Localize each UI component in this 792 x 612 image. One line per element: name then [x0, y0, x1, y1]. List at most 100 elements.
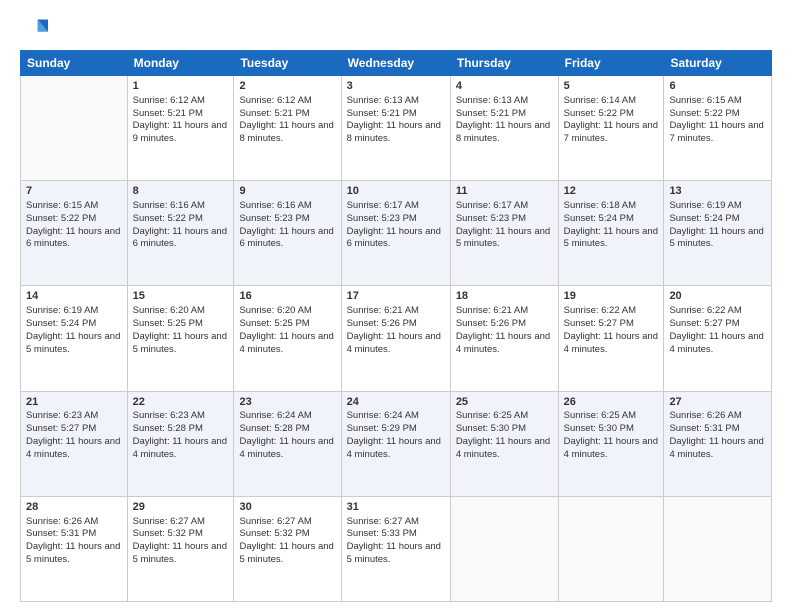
sunrise-text: Sunrise: 6:27 AM: [133, 516, 205, 527]
calendar-header-row: SundayMondayTuesdayWednesdayThursdayFrid…: [21, 51, 772, 76]
calendar-cell: 15Sunrise: 6:20 AMSunset: 5:25 PMDayligh…: [127, 286, 234, 391]
daylight-text: Daylight: 11 hours and 4 minutes.: [456, 331, 550, 355]
calendar-cell: 12Sunrise: 6:18 AMSunset: 5:24 PMDayligh…: [558, 181, 664, 286]
header: [20, 16, 772, 44]
daylight-text: Daylight: 11 hours and 4 minutes.: [239, 331, 333, 355]
day-header-tuesday: Tuesday: [234, 51, 341, 76]
day-number: 29: [133, 500, 229, 515]
sunrise-text: Sunrise: 6:26 AM: [26, 516, 98, 527]
calendar-cell: 18Sunrise: 6:21 AMSunset: 5:26 PMDayligh…: [450, 286, 558, 391]
daylight-text: Daylight: 11 hours and 4 minutes.: [564, 331, 658, 355]
calendar-cell: 22Sunrise: 6:23 AMSunset: 5:28 PMDayligh…: [127, 391, 234, 496]
sunset-text: Sunset: 5:28 PM: [239, 423, 309, 434]
daylight-text: Daylight: 11 hours and 4 minutes.: [564, 436, 658, 460]
daylight-text: Daylight: 11 hours and 8 minutes.: [239, 120, 333, 144]
sunrise-text: Sunrise: 6:26 AM: [669, 410, 741, 421]
day-header-sunday: Sunday: [21, 51, 128, 76]
sunset-text: Sunset: 5:26 PM: [347, 318, 417, 329]
daylight-text: Daylight: 11 hours and 6 minutes.: [347, 226, 441, 250]
daylight-text: Daylight: 11 hours and 7 minutes.: [669, 120, 763, 144]
daylight-text: Daylight: 11 hours and 8 minutes.: [347, 120, 441, 144]
day-number: 23: [239, 395, 335, 410]
sunset-text: Sunset: 5:23 PM: [239, 213, 309, 224]
calendar-cell: 23Sunrise: 6:24 AMSunset: 5:28 PMDayligh…: [234, 391, 341, 496]
calendar-cell: 7Sunrise: 6:15 AMSunset: 5:22 PMDaylight…: [21, 181, 128, 286]
day-number: 2: [239, 79, 335, 94]
day-number: 27: [669, 395, 766, 410]
sunrise-text: Sunrise: 6:12 AM: [133, 95, 205, 106]
day-header-thursday: Thursday: [450, 51, 558, 76]
day-number: 15: [133, 289, 229, 304]
calendar-cell: 6Sunrise: 6:15 AMSunset: 5:22 PMDaylight…: [664, 76, 772, 181]
day-number: 21: [26, 395, 122, 410]
daylight-text: Daylight: 11 hours and 9 minutes.: [133, 120, 227, 144]
calendar-cell: 26Sunrise: 6:25 AMSunset: 5:30 PMDayligh…: [558, 391, 664, 496]
day-number: 20: [669, 289, 766, 304]
sunrise-text: Sunrise: 6:25 AM: [456, 410, 528, 421]
sunset-text: Sunset: 5:31 PM: [26, 528, 96, 539]
day-header-saturday: Saturday: [664, 51, 772, 76]
daylight-text: Daylight: 11 hours and 4 minutes.: [26, 436, 120, 460]
sunrise-text: Sunrise: 6:17 AM: [456, 200, 528, 211]
day-number: 10: [347, 184, 445, 199]
sunrise-text: Sunrise: 6:25 AM: [564, 410, 636, 421]
sunrise-text: Sunrise: 6:16 AM: [133, 200, 205, 211]
daylight-text: Daylight: 11 hours and 5 minutes.: [133, 331, 227, 355]
day-number: 9: [239, 184, 335, 199]
daylight-text: Daylight: 11 hours and 7 minutes.: [564, 120, 658, 144]
sunrise-text: Sunrise: 6:21 AM: [347, 305, 419, 316]
calendar-cell: 1Sunrise: 6:12 AMSunset: 5:21 PMDaylight…: [127, 76, 234, 181]
day-number: 8: [133, 184, 229, 199]
calendar-cell: 19Sunrise: 6:22 AMSunset: 5:27 PMDayligh…: [558, 286, 664, 391]
sunset-text: Sunset: 5:25 PM: [239, 318, 309, 329]
daylight-text: Daylight: 11 hours and 5 minutes.: [456, 226, 550, 250]
day-number: 11: [456, 184, 553, 199]
day-number: 19: [564, 289, 659, 304]
day-number: 3: [347, 79, 445, 94]
sunrise-text: Sunrise: 6:21 AM: [456, 305, 528, 316]
logo-icon: [20, 16, 48, 44]
sunrise-text: Sunrise: 6:24 AM: [239, 410, 311, 421]
sunset-text: Sunset: 5:21 PM: [133, 108, 203, 119]
calendar-cell: 31Sunrise: 6:27 AMSunset: 5:33 PMDayligh…: [341, 496, 450, 601]
sunrise-text: Sunrise: 6:15 AM: [26, 200, 98, 211]
sunset-text: Sunset: 5:30 PM: [564, 423, 634, 434]
sunrise-text: Sunrise: 6:13 AM: [347, 95, 419, 106]
daylight-text: Daylight: 11 hours and 4 minutes.: [133, 436, 227, 460]
sunrise-text: Sunrise: 6:20 AM: [239, 305, 311, 316]
daylight-text: Daylight: 11 hours and 8 minutes.: [456, 120, 550, 144]
sunrise-text: Sunrise: 6:15 AM: [669, 95, 741, 106]
calendar-cell: 14Sunrise: 6:19 AMSunset: 5:24 PMDayligh…: [21, 286, 128, 391]
sunrise-text: Sunrise: 6:22 AM: [564, 305, 636, 316]
daylight-text: Daylight: 11 hours and 4 minutes.: [347, 331, 441, 355]
calendar-cell: [450, 496, 558, 601]
calendar-cell: 29Sunrise: 6:27 AMSunset: 5:32 PMDayligh…: [127, 496, 234, 601]
day-number: 17: [347, 289, 445, 304]
sunset-text: Sunset: 5:30 PM: [456, 423, 526, 434]
day-number: 24: [347, 395, 445, 410]
day-number: 4: [456, 79, 553, 94]
daylight-text: Daylight: 11 hours and 6 minutes.: [133, 226, 227, 250]
day-number: 30: [239, 500, 335, 515]
sunset-text: Sunset: 5:32 PM: [133, 528, 203, 539]
day-number: 28: [26, 500, 122, 515]
sunset-text: Sunset: 5:21 PM: [239, 108, 309, 119]
sunset-text: Sunset: 5:33 PM: [347, 528, 417, 539]
sunset-text: Sunset: 5:28 PM: [133, 423, 203, 434]
sunset-text: Sunset: 5:21 PM: [456, 108, 526, 119]
sunrise-text: Sunrise: 6:13 AM: [456, 95, 528, 106]
daylight-text: Daylight: 11 hours and 6 minutes.: [239, 226, 333, 250]
day-number: 18: [456, 289, 553, 304]
calendar-week-row: 21Sunrise: 6:23 AMSunset: 5:27 PMDayligh…: [21, 391, 772, 496]
day-number: 7: [26, 184, 122, 199]
daylight-text: Daylight: 11 hours and 5 minutes.: [564, 226, 658, 250]
sunrise-text: Sunrise: 6:24 AM: [347, 410, 419, 421]
daylight-text: Daylight: 11 hours and 5 minutes.: [239, 541, 333, 565]
sunset-text: Sunset: 5:21 PM: [347, 108, 417, 119]
calendar-week-row: 1Sunrise: 6:12 AMSunset: 5:21 PMDaylight…: [21, 76, 772, 181]
calendar-cell: 28Sunrise: 6:26 AMSunset: 5:31 PMDayligh…: [21, 496, 128, 601]
sunset-text: Sunset: 5:32 PM: [239, 528, 309, 539]
sunrise-text: Sunrise: 6:19 AM: [26, 305, 98, 316]
sunset-text: Sunset: 5:24 PM: [26, 318, 96, 329]
calendar-cell: 4Sunrise: 6:13 AM Sunset: 5:21 PMDaylight…: [450, 76, 558, 181]
